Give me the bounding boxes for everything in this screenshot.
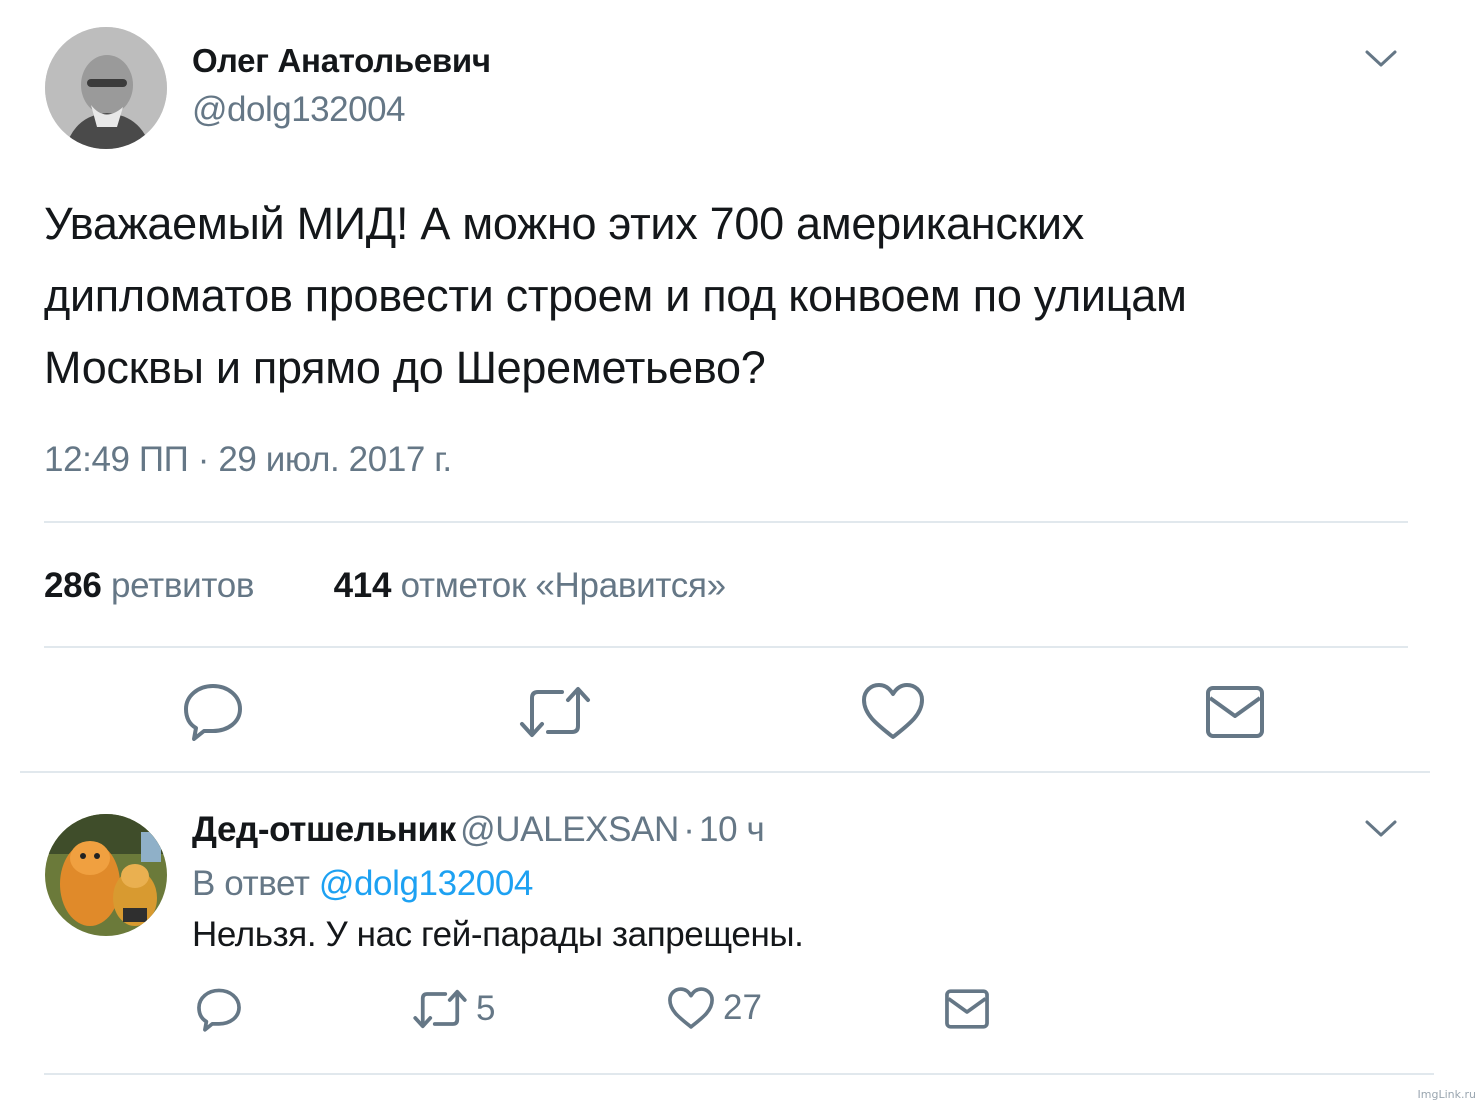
watermark: ImgLink.ru: [1417, 1088, 1476, 1101]
reply-like-button[interactable]: 27: [667, 986, 762, 1030]
tweet-timestamp[interactable]: 12:49 ПП · 29 июл. 2017 г.: [44, 440, 452, 480]
reply-retweet-count: 5: [476, 989, 496, 1028]
tweet-text: Уважаемый МИД! А можно этих 700 американ…: [44, 188, 1434, 404]
likes-label: отметок «Нравится»: [400, 566, 727, 605]
heart-icon: [667, 986, 715, 1030]
reply-time[interactable]: 10 ч: [699, 810, 765, 849]
likes-stat[interactable]: 414 отметок «Нравится»: [334, 566, 726, 605]
reply-header: Дед-отшельник @UALEXSAN · 10 ч: [192, 810, 765, 850]
retweets-label: ретвитов: [110, 566, 255, 605]
reply-to-prefix: В ответ: [192, 864, 310, 903]
retweets-stat[interactable]: 286 ретвитов: [44, 566, 264, 605]
divider: [20, 771, 1430, 773]
retweet-icon: [412, 988, 468, 1030]
reply-author-handle[interactable]: @UALEXSAN: [460, 810, 679, 849]
reply-author-avatar[interactable]: [45, 814, 167, 936]
reply-icon[interactable]: [182, 681, 244, 741]
reply-dm-button[interactable]: [944, 988, 990, 1030]
likes-count: 414: [333, 566, 392, 605]
divider: [44, 646, 1408, 648]
envelope-icon[interactable]: [1204, 684, 1266, 740]
reply-to-handle[interactable]: @dolg132004: [319, 864, 533, 903]
author-avatar[interactable]: [45, 27, 167, 149]
reply-icon: [196, 986, 242, 1032]
reply-like-count: 27: [723, 988, 762, 1027]
envelope-icon: [944, 988, 990, 1030]
tweet-text-line: Уважаемый МИД! А можно этих 700 американ…: [44, 198, 1084, 249]
author-name[interactable]: Олег Анатольевич: [192, 42, 491, 80]
heart-icon[interactable]: [860, 681, 926, 741]
chevron-down-icon[interactable]: [1364, 48, 1398, 70]
author-handle[interactable]: @dolg132004: [192, 90, 406, 130]
reply-to-line: В ответ @dolg132004: [192, 864, 533, 904]
reply-text: Нельзя. У нас гей-парады запрещены.: [192, 915, 804, 954]
reply-separator: ·: [683, 810, 695, 849]
reply-author-name[interactable]: Дед-отшельник: [192, 810, 456, 849]
divider: [44, 521, 1408, 523]
retweet-icon[interactable]: [518, 684, 592, 740]
chevron-down-icon[interactable]: [1364, 818, 1398, 840]
tweet-text-line: Москвы и прямо до Шереметьево?: [44, 342, 766, 393]
retweets-count: 286: [44, 566, 102, 605]
reply-reply-button[interactable]: [196, 986, 242, 1032]
divider: [44, 1073, 1434, 1075]
tweet-text-line: дипломатов провести строем и под конвоем…: [44, 270, 1187, 321]
tweet-stats: 286 ретвитов 414 отметок «Нравится»: [44, 566, 726, 606]
reply-retweet-button[interactable]: 5: [412, 988, 495, 1030]
